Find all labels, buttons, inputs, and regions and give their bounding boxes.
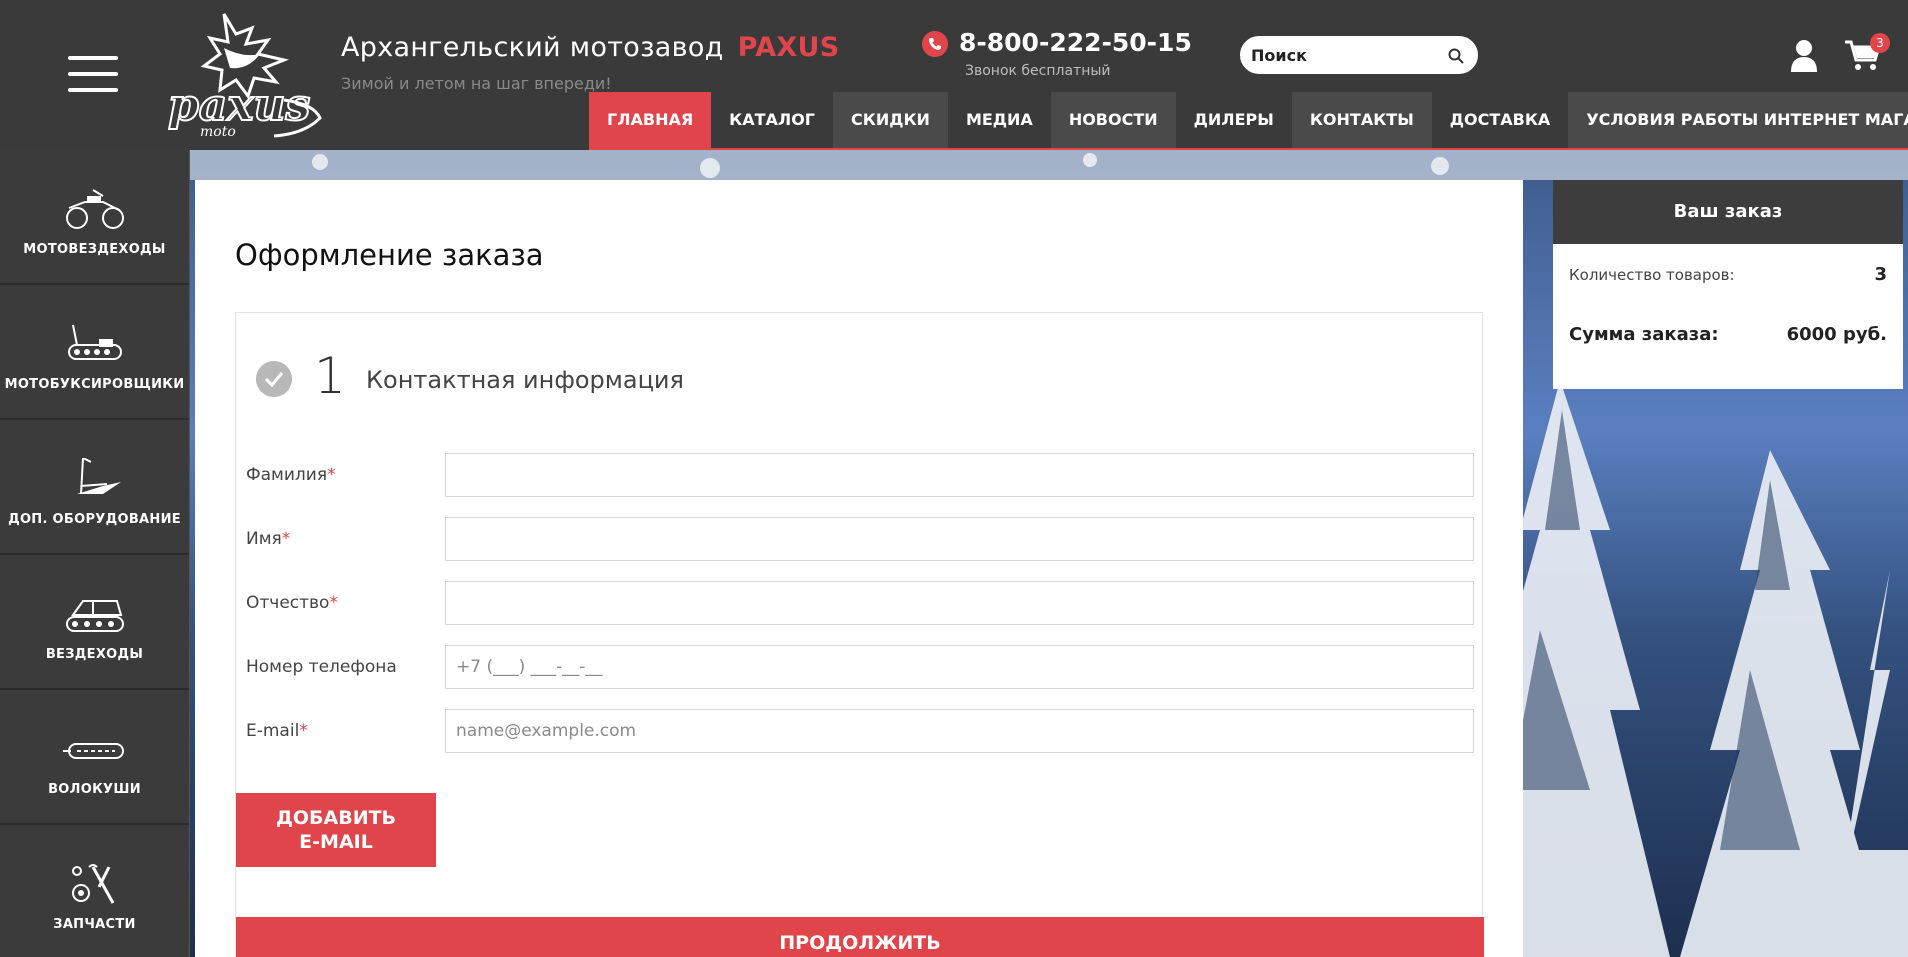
nav-discounts[interactable]: СКИДКИ [833,92,948,148]
first-name-label: Имя* [246,529,290,549]
sidebar-item-parts[interactable]: ЗАПЧАСТИ [0,825,189,957]
patronymic-label-text: Отчество [246,593,330,613]
phone-field[interactable] [445,645,1474,689]
first-name-field[interactable] [445,517,1474,561]
site-tagline: Зимой и летом на шаг впереди! [341,74,612,93]
main-nav: ГЛАВНАЯ КАТАЛОГ СКИДКИ МЕДИА НОВОСТИ ДИЛ… [589,92,1908,150]
parts-icon [71,864,114,904]
email-row: E-mail* [246,709,1474,753]
first-name-row: Имя* [246,517,1474,561]
phone-number[interactable]: 8-800-222-50-15 [959,28,1192,57]
step-number: 1 [314,347,346,405]
add-email-label-line2: E-MAIL [299,831,373,853]
last-name-field[interactable] [445,453,1474,497]
search-box [1240,36,1478,74]
paxus-logo-icon[interactable]: paxus moto [164,8,326,142]
sidebar-item-sled[interactable]: ВОЛОКУШИ [0,690,189,825]
tracked-vehicle-icon [65,600,124,632]
nav-contacts[interactable]: КОНТАКТЫ [1291,92,1432,148]
sidebar-item-label: ЗАПЧАСТИ [53,917,136,932]
phone-label-text: Номер телефона [246,657,397,677]
sidebar-item-atv[interactable]: МОТОВЕЗДЕХОДЫ [0,150,189,285]
item-count-label: Количество товаров: [1569,266,1735,284]
first-name-label-text: Имя [246,529,282,549]
required-mark: * [299,721,308,741]
check-icon [256,361,292,397]
nav-media[interactable]: МЕДИА [948,92,1051,148]
site-name: Архангельский мотозавод PAXUS [341,32,840,63]
phone-row: Номер телефона [246,645,1474,689]
site-header: paxus moto Архангельский мотозавод PAXUS … [0,0,1908,150]
cart-count-badge: 3 [1870,33,1890,53]
nav-dealers[interactable]: ДИЛЕРЫ [1176,92,1292,148]
menu-icon[interactable] [68,56,118,92]
nav-shop-terms[interactable]: УСЛОВИЯ РАБОТЫ ИНТЕРНЕТ МАГАЗИНА [1568,92,1908,148]
nav-delivery[interactable]: ДОСТАВКА [1432,92,1569,148]
sidebar-item-tracked[interactable]: ВЕЗДЕХОДЫ [0,555,189,690]
order-total-label: Сумма заказа: [1569,324,1719,345]
continue-button[interactable]: ПРОДОЛЖИТЬ [236,917,1484,957]
add-email-label-line1: ДОБАВИТЬ [275,807,397,829]
nav-home[interactable]: ГЛАВНАЯ [589,92,712,148]
sidebar-item-label: ВЕЗДЕХОДЫ [45,647,144,662]
svg-text:paxus: paxus [168,80,310,131]
required-mark: * [329,593,338,613]
required-mark: * [327,465,336,485]
step-title: Контактная информация [366,366,684,394]
phone-note: Звонок бесплатный [965,63,1111,79]
user-icon[interactable] [1790,38,1818,72]
sidebar-item-snow-tug[interactable]: МОТОБУКСИРОВЩИКИ [0,285,189,420]
add-email-button[interactable]: ДОБАВИТЬ E-MAIL [236,793,436,867]
brand-name: PAXUS [737,32,840,63]
patronymic-field[interactable] [445,581,1474,625]
sidebar-item-equipment[interactable]: ДОП. ОБОРУДОВАНИЕ [0,420,189,555]
sidebar-item-label: МОТОВЕЗДЕХОДЫ [23,242,166,257]
atv-icon [65,189,124,229]
plow-icon [76,458,121,495]
sidebar-item-label: ВОЛОКУШИ [48,782,141,797]
contact-info-step: 1 Контактная информация Фамилия* Имя* От… [235,312,1484,957]
last-name-row: Фамилия* [246,453,1474,497]
category-sidebar: МОТОВЕЗДЕХОДЫ МОТОБУКСИРОВЩИКИ ДОП. ОБОР… [0,150,190,957]
last-name-label-text: Фамилия [246,465,328,485]
item-count-value: 3 [1874,264,1887,285]
phone-label: Номер телефона [246,657,397,677]
order-total-value: 6000 руб. [1786,324,1887,345]
email-field[interactable] [445,709,1474,753]
search-input[interactable] [1251,43,1441,67]
order-summary: Ваш заказ Количество товаров: 3 Сумма за… [1553,180,1903,389]
page-title: Оформление заказа [235,238,544,272]
email-label-text: E-mail [246,721,300,741]
patronymic-label: Отчество* [246,593,338,613]
nav-news[interactable]: НОВОСТИ [1050,92,1176,148]
patronymic-row: Отчество* [246,581,1474,625]
sled-icon [62,743,124,759]
last-name-label: Фамилия* [246,465,336,485]
order-summary-title: Ваш заказ [1553,180,1903,244]
site-name-text: Архангельский мотозавод [341,32,724,63]
svg-text:moto: moto [200,124,236,140]
sidebar-item-label: МОТОБУКСИРОВЩИКИ [4,377,185,392]
snow-tug-icon [67,324,122,360]
checkout-panel: Оформление заказа 1 Контактная информаци… [195,180,1523,957]
required-mark: * [281,529,291,549]
search-icon[interactable] [1447,47,1465,65]
sidebar-item-label: ДОП. ОБОРУДОВАНИЕ [8,512,181,527]
nav-catalog[interactable]: КАТАЛОГ [711,92,833,148]
email-label: E-mail* [246,721,308,741]
phone-icon [922,31,948,57]
